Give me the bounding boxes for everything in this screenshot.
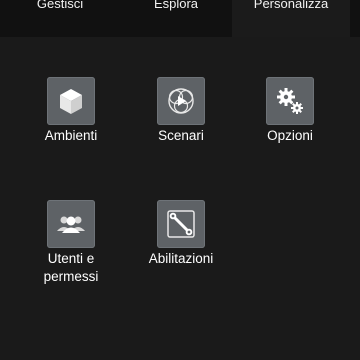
tab-gestisci-label: Gestisci	[36, 0, 84, 11]
tile-ambienti[interactable]: Ambienti	[16, 77, 126, 187]
personalizza-screen: Gestisci Esplora Personalizza Ambienti S…	[0, 0, 360, 360]
label-line-2: permessi	[43, 269, 99, 284]
tab-gestisci[interactable]: Gestisci	[0, 0, 120, 37]
tab-personalizza-label: Personalizza	[253, 0, 329, 11]
tile-opzioni-label: Opzioni	[267, 128, 313, 143]
gears-icon	[266, 77, 314, 125]
users-icon	[47, 200, 95, 248]
tile-utenti-permessi[interactable]: Utenti e permessi	[16, 200, 126, 310]
tab-personalizza[interactable]: Personalizza	[232, 0, 350, 37]
tile-abilitazioni-label: Abilitazioni	[148, 251, 214, 266]
top-tab-bar: Gestisci Esplora Personalizza	[0, 0, 360, 37]
tile-scenari[interactable]: Scenari	[126, 77, 236, 187]
tab-esplora[interactable]: Esplora	[120, 0, 232, 37]
tile-opzioni[interactable]: Opzioni	[235, 77, 345, 187]
tile-utenti-permessi-label: Utenti e permessi	[16, 250, 126, 286]
tile-scenari-label: Scenari	[158, 128, 204, 143]
tab-esplora-label: Esplora	[153, 0, 199, 11]
label-line-1: Utenti e	[47, 251, 95, 266]
cube-icon	[47, 77, 95, 125]
scenes-play-icon	[157, 77, 205, 125]
tile-abilitazioni[interactable]: Abilitazioni	[126, 200, 236, 310]
tile-ambienti-label: Ambienti	[44, 128, 98, 143]
wrench-icon	[157, 200, 205, 248]
